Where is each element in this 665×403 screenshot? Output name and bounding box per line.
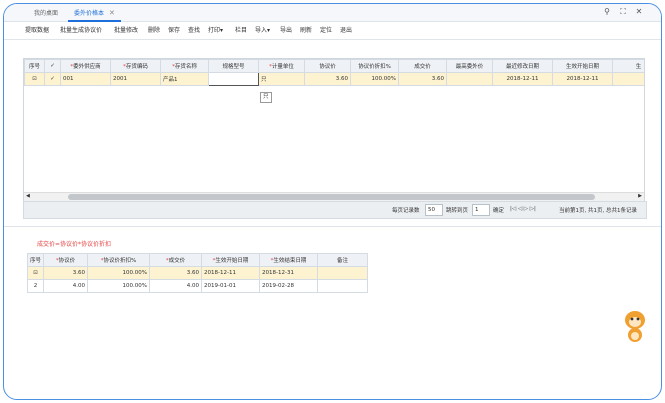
tab-desktop[interactable]: 我的桌面 <box>28 7 64 20</box>
divider <box>4 226 661 227</box>
table-row[interactable]: ⊡ ✓ 001 2001 产品1 只 3.60 100.00% 3.60 201… <box>24 72 644 86</box>
extract-data-button[interactable]: 提取数据 <box>25 22 49 39</box>
search-icon[interactable]: ⚲ <box>601 7 613 16</box>
d-cell-discount[interactable]: 100.00% <box>87 266 150 280</box>
d-cell-seq[interactable]: 2 <box>27 279 44 293</box>
cell-unit[interactable]: 只 <box>258 72 305 86</box>
confirm-button[interactable]: 确定 <box>493 206 504 214</box>
cell-spec[interactable] <box>208 72 259 86</box>
col-price[interactable]: 协议价 <box>304 59 351 73</box>
col-max[interactable]: 最高委外价 <box>446 59 493 73</box>
d-col-note[interactable]: 备注 <box>317 253 368 267</box>
page-nav-icons[interactable]: |◁ ◁ ▷ ▷| <box>510 206 536 212</box>
d-col-discount[interactable]: *协议价折扣% <box>87 253 150 267</box>
col-discount[interactable]: 协议价折扣% <box>350 59 399 73</box>
toolbar: 提取数据 批量生成协议价 批量修改 删除 保存 查找 打印▾ 栏目 导入▾ 导出… <box>4 22 661 40</box>
unit-tooltip: 只 <box>260 92 272 103</box>
d-cell-deal[interactable]: 3.60 <box>149 266 202 280</box>
d-col-deal[interactable]: *成交价 <box>149 253 202 267</box>
locate-button[interactable]: 定位 <box>320 22 332 39</box>
row-checkbox[interactable]: ✓ <box>44 72 61 86</box>
print-button[interactable]: 打印▾ <box>208 22 223 39</box>
main-grid: 序号 ✓ *委外供应商 *存货编码 *存货名称 规格型号 *计量单位 协议价 协… <box>23 58 645 202</box>
d-cell-note[interactable] <box>317 279 368 293</box>
horizontal-scrollbar[interactable]: ◀ ▶ <box>24 192 644 201</box>
detail-grid: 序号 *协议价 *协议价折扣% *成交价 *生效开始日期 *生效结束日期 备注 … <box>27 253 368 293</box>
per-page-label: 每页记录数 <box>392 208 420 214</box>
export-button[interactable]: 导出 <box>280 22 292 39</box>
close-icon[interactable]: ✕ <box>109 9 115 17</box>
save-button[interactable]: 保存 <box>168 22 180 39</box>
detail-table: 序号 *协议价 *协议价折扣% *成交价 *生效开始日期 *生效结束日期 备注 … <box>27 253 368 293</box>
d-cell-start[interactable]: 2018-12-11 <box>201 266 260 280</box>
formula-note: 成交价=协议价*协议价折扣 <box>37 241 112 248</box>
d-col-start[interactable]: *生效开始日期 <box>201 253 260 267</box>
col-supplier[interactable]: *委外供应商 <box>60 59 111 73</box>
col-unit[interactable]: *计量单位 <box>258 59 305 73</box>
col-spec[interactable]: 规格型号 <box>208 59 259 73</box>
chevron-down-icon: ▾ <box>220 27 224 34</box>
row-indicator-icon[interactable]: ⊡ <box>27 266 44 280</box>
window-controls: ⚲ ⛶ ✕ <box>597 7 645 19</box>
d-col-seq[interactable]: 序号 <box>27 253 44 267</box>
header-row: 序号 ✓ *委外供应商 *存货编码 *存货名称 规格型号 *计量单位 协议价 协… <box>24 59 644 73</box>
row-indicator-icon[interactable]: ⊡ <box>24 72 45 86</box>
cell-price[interactable]: 3.60 <box>304 72 351 86</box>
d-cell-deal[interactable]: 4.00 <box>149 279 202 293</box>
d-cell-price[interactable]: 3.60 <box>43 266 88 280</box>
d-col-end[interactable]: *生效结束日期 <box>259 253 318 267</box>
cell-modified[interactable]: 2018-12-11 <box>492 72 553 86</box>
tab-price-book[interactable]: 委外价格本 ✕ <box>68 7 121 22</box>
col-modified[interactable]: 最近修改日期 <box>492 59 553 73</box>
import-button[interactable]: 导入▾ <box>255 22 270 39</box>
cell-code[interactable]: 2001 <box>110 72 161 86</box>
detail-header-row: 序号 *协议价 *协议价折扣% *成交价 *生效开始日期 *生效结束日期 备注 <box>27 253 368 267</box>
cell-more[interactable] <box>612 72 644 86</box>
d-cell-end[interactable]: 2019-02-28 <box>259 279 318 293</box>
refresh-button[interactable]: 刷新 <box>300 22 312 39</box>
col-seq[interactable]: 序号 <box>24 59 45 73</box>
assistant-mascot-icon[interactable] <box>615 304 645 344</box>
scroll-right-icon[interactable]: ▶ <box>638 193 642 199</box>
col-check[interactable]: ✓ <box>44 59 61 73</box>
per-page-input[interactable]: 50 <box>425 204 443 216</box>
d-cell-end[interactable]: 2018-12-31 <box>259 266 318 280</box>
d-cell-start[interactable]: 2019-01-01 <box>201 279 260 293</box>
batch-generate-button[interactable]: 批量生成协议价 <box>60 22 102 39</box>
d-col-price[interactable]: *协议价 <box>43 253 88 267</box>
find-button[interactable]: 查找 <box>188 22 200 39</box>
d-cell-discount[interactable]: 100.00% <box>87 279 150 293</box>
close-icon[interactable]: ✕ <box>633 7 645 16</box>
cell-deal[interactable]: 3.60 <box>398 72 447 86</box>
goto-label: 跳转到页 <box>446 208 469 214</box>
cell-start[interactable]: 2018-12-11 <box>552 72 613 86</box>
scrollbar-thumb[interactable] <box>68 194 595 200</box>
batch-edit-button[interactable]: 批量修改 <box>114 22 138 39</box>
col-code[interactable]: *存货编码 <box>110 59 161 73</box>
table-row[interactable]: 2 4.00 100.00% 4.00 2019-01-01 2019-02-2… <box>27 279 368 293</box>
main-table: 序号 ✓ *委外供应商 *存货编码 *存货名称 规格型号 *计量单位 协议价 协… <box>24 59 644 86</box>
cell-supplier[interactable]: 001 <box>60 72 111 86</box>
col-deal[interactable]: 成交价 <box>398 59 447 73</box>
exit-button[interactable]: 退出 <box>340 22 352 39</box>
tab-bar: 我的桌面 委外价格本 ✕ ⚲ ⛶ ✕ <box>4 4 661 22</box>
cell-name[interactable]: 产品1 <box>160 72 209 86</box>
columns-button[interactable]: 栏目 <box>235 22 247 39</box>
table-row[interactable]: ⊡ 3.60 100.00% 3.60 2018-12-11 2018-12-3… <box>27 266 368 280</box>
scroll-left-icon[interactable]: ◀ <box>26 193 30 199</box>
col-start[interactable]: 生效开始日期 <box>552 59 613 73</box>
page-status: 当前第1页, 共1页, 总共1条记录 <box>559 208 637 214</box>
cell-discount[interactable]: 100.00% <box>350 72 399 86</box>
delete-button[interactable]: 删除 <box>148 22 160 39</box>
chevron-down-icon: ▾ <box>267 27 271 34</box>
d-cell-price[interactable]: 4.00 <box>43 279 88 293</box>
col-name[interactable]: *存货名称 <box>160 59 209 73</box>
cell-max[interactable] <box>446 72 493 86</box>
app-window: 我的桌面 委外价格本 ✕ ⚲ ⛶ ✕ 提取数据 批量生成协议价 批量修改 删除 保存 … <box>3 3 662 400</box>
d-cell-note[interactable] <box>317 266 368 280</box>
pager: 每页记录数 50 跳转到页 1 确定 |◁ ◁ ▷ ▷| 当前第1页, 共1页,… <box>23 201 647 219</box>
page-input[interactable]: 1 <box>472 204 490 216</box>
col-more[interactable]: 生 <box>612 59 644 73</box>
fullscreen-icon[interactable]: ⛶ <box>617 7 629 17</box>
